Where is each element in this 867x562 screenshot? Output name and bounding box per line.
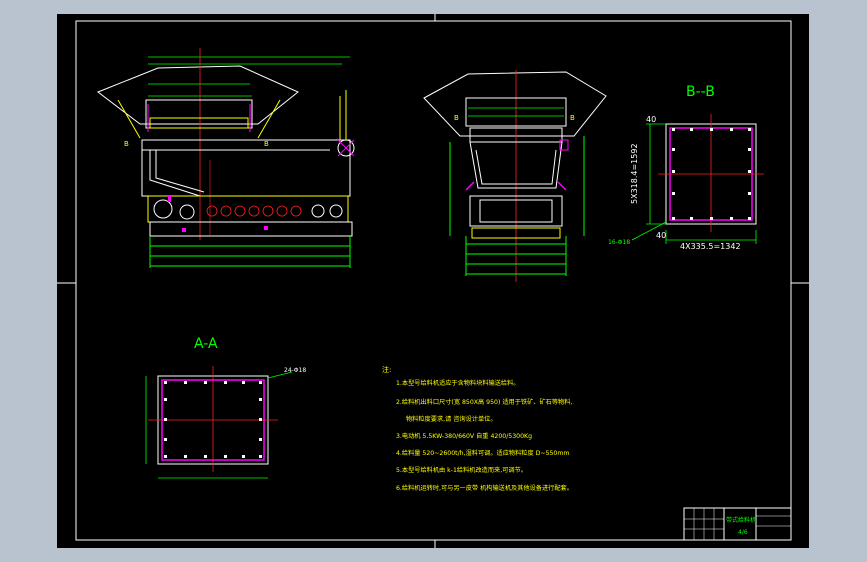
title-block-code: 4/6 bbox=[738, 529, 748, 536]
note-line-4: 3.电动机 5.5KW-380/660V 自重 4200/5300Kg bbox=[396, 432, 532, 440]
aa-callout: 24-Φ18 bbox=[284, 367, 306, 374]
note-line-3: 物料粒度要求,请 咨询设计单位。 bbox=[406, 415, 497, 423]
title-block-name: 带式给料机 bbox=[726, 516, 756, 524]
aa-section-view bbox=[145, 366, 293, 479]
section-title-bb: B--B bbox=[686, 84, 715, 100]
drawing-frame: B B B B B--B 40 5X318.4=1592 40 4X335.5=… bbox=[0, 0, 867, 562]
front-elevation-view bbox=[96, 48, 355, 268]
note-line-2: 2.给料机出料口尺寸(宽 850X高 950) 适用于铁矿、矿石等物料, bbox=[396, 398, 572, 406]
notes-heading: 注: bbox=[382, 365, 391, 374]
note-line-7: 6.给料机运转时,可与另一皮带 机构输送机及其他设备进行配套。 bbox=[396, 484, 573, 492]
cad-drawing: B B B B B--B 40 5X318.4=1592 40 4X335.5=… bbox=[57, 14, 809, 548]
side-elevation-view bbox=[423, 70, 607, 282]
bb-callout: 16-Φ18 bbox=[608, 239, 630, 246]
section-marker-b2-right: B bbox=[570, 114, 575, 122]
section-title-aa: A-A bbox=[194, 336, 218, 352]
note-line-1: 1.本型号给料机适应于含物料块料输送给料。 bbox=[396, 379, 519, 387]
note-line-5: 4.给料量 520~2600t/h,湿料可调。适应物料粒度 D~550mm bbox=[396, 449, 569, 457]
bb-section-view bbox=[631, 114, 764, 244]
bb-dim-corner: 40 bbox=[656, 231, 666, 240]
bb-dim-horizontal: 4X335.5=1342 bbox=[680, 242, 741, 251]
section-marker-b-right: B bbox=[264, 140, 269, 148]
section-marker-b-left: B bbox=[124, 140, 129, 148]
bb-dim-vertical: 5X318.4=1592 bbox=[630, 143, 639, 204]
inner-border bbox=[75, 20, 792, 541]
note-line-6: 5.本型号给料机由 k-1给料机改造而来,可调节。 bbox=[396, 466, 527, 474]
bb-dim-top: 40 bbox=[646, 115, 656, 124]
section-marker-b2-left: B bbox=[454, 114, 459, 122]
